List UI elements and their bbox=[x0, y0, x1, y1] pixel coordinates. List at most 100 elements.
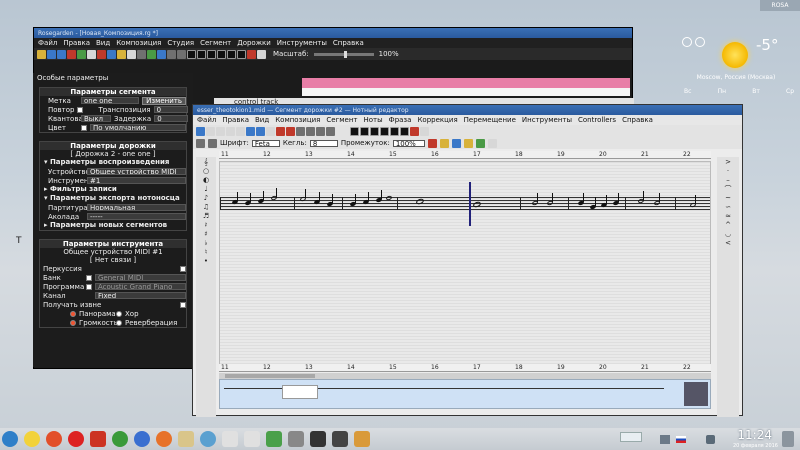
zoom-slider-handle[interactable] bbox=[343, 50, 347, 58]
menu-item[interactable]: Инструменты bbox=[522, 116, 572, 124]
bracket-select[interactable]: ----- bbox=[87, 213, 186, 220]
forward-end-icon[interactable] bbox=[390, 126, 399, 136]
paste-icon[interactable] bbox=[236, 126, 245, 136]
forward-end-icon[interactable] bbox=[227, 49, 236, 59]
split-icon[interactable] bbox=[127, 49, 136, 59]
delay-field[interactable]: 0 bbox=[154, 115, 189, 122]
save-icon[interactable] bbox=[196, 126, 205, 136]
volume-knob-icon[interactable] bbox=[70, 319, 76, 326]
staccato-icon[interactable]: · bbox=[724, 167, 733, 175]
print-icon[interactable] bbox=[206, 126, 215, 136]
playback-cursor[interactable] bbox=[469, 182, 471, 226]
bank-select[interactable]: General MIDI bbox=[95, 274, 186, 281]
note-eighth-icon[interactable]: ♪ bbox=[202, 194, 211, 202]
export-params-toggle[interactable]: ▾ Параметры экспорта нотоносца bbox=[40, 194, 186, 203]
rewind-start-icon[interactable] bbox=[187, 49, 196, 59]
symbol-icon[interactable] bbox=[316, 126, 325, 136]
channel-select[interactable]: Fixed bbox=[95, 292, 186, 299]
menu-item[interactable]: Инструменты bbox=[277, 39, 327, 47]
menu-item[interactable]: Справка bbox=[333, 39, 364, 47]
rosegarden-icon[interactable] bbox=[354, 431, 370, 447]
bank-checkbox[interactable] bbox=[86, 274, 92, 281]
forward-icon[interactable] bbox=[380, 126, 389, 136]
text-editor-icon[interactable] bbox=[244, 431, 260, 447]
notation-titlebar[interactable]: esser_theotokion1.mid — Сегмент дорожки … bbox=[193, 105, 742, 115]
instrument-select[interactable]: #1 bbox=[87, 177, 186, 184]
undo-icon[interactable] bbox=[246, 126, 255, 136]
terminal-icon[interactable] bbox=[310, 431, 326, 447]
score-select[interactable]: Нормальная bbox=[87, 204, 186, 211]
open-icon[interactable] bbox=[47, 49, 56, 59]
trill-icon[interactable]: ~ bbox=[724, 194, 733, 202]
program-checkbox[interactable] bbox=[86, 283, 92, 290]
record-button-icon[interactable] bbox=[247, 49, 256, 59]
save-icon[interactable] bbox=[57, 49, 66, 59]
percussion-checkbox[interactable] bbox=[180, 265, 186, 272]
note-half-icon[interactable]: ◐ bbox=[202, 176, 211, 184]
menu-item[interactable]: Файл bbox=[197, 116, 216, 124]
erase-icon[interactable] bbox=[286, 126, 295, 136]
rewind-start-icon[interactable] bbox=[350, 126, 359, 136]
note-tool-icon[interactable] bbox=[196, 138, 205, 148]
rest-icon[interactable]: 𝄽 bbox=[202, 221, 211, 229]
slur-icon[interactable]: ◡ bbox=[724, 230, 733, 238]
transpose-field[interactable]: 0 bbox=[153, 106, 188, 113]
console-icon[interactable] bbox=[332, 431, 348, 447]
flat-icon[interactable]: ♭ bbox=[202, 239, 211, 247]
loop-icon[interactable] bbox=[420, 126, 429, 136]
main-window-titlebar[interactable]: Rosegarden - [Новая_Композиция.rg *] bbox=[34, 28, 632, 38]
receive-external-checkbox[interactable] bbox=[180, 301, 186, 308]
new-icon[interactable] bbox=[37, 49, 46, 59]
tray-window-icon[interactable] bbox=[620, 432, 642, 442]
note-whole-icon[interactable]: ○ bbox=[202, 167, 211, 175]
treble-clef-icon[interactable]: 𝄞 bbox=[202, 158, 211, 166]
new-segments-toggle[interactable]: ▸ Параметры новых сегментов bbox=[40, 221, 186, 230]
tool-icon[interactable] bbox=[77, 49, 86, 59]
menu-item[interactable]: Ноты bbox=[364, 116, 383, 124]
menu-item[interactable]: Студия bbox=[167, 39, 194, 47]
menu-item[interactable]: Правка bbox=[222, 116, 249, 124]
record-icon[interactable] bbox=[410, 126, 419, 136]
tray-network-icon[interactable] bbox=[660, 435, 670, 444]
device-select[interactable]: Общее устройство MIDI bbox=[87, 168, 186, 175]
note-beamed-icon[interactable]: ♫ bbox=[202, 203, 211, 211]
grace-icon[interactable] bbox=[463, 138, 473, 148]
dot-icon[interactable]: • bbox=[202, 257, 211, 265]
browser-icon[interactable] bbox=[156, 431, 172, 447]
matrix-icon[interactable] bbox=[167, 49, 176, 59]
screenshot-icon[interactable] bbox=[288, 431, 304, 447]
rest-tool-icon[interactable] bbox=[208, 138, 217, 148]
score-area[interactable] bbox=[219, 161, 711, 365]
segment-label-field[interactable]: one one bbox=[81, 97, 140, 104]
menu-item[interactable]: Перемещение bbox=[464, 116, 516, 124]
fermata-icon[interactable]: ⌒ bbox=[724, 185, 733, 193]
spacing-select[interactable]: 100% bbox=[392, 139, 425, 147]
guitar-chord-icon[interactable] bbox=[306, 126, 315, 136]
mordent-icon[interactable]: ≈ bbox=[724, 212, 733, 220]
zoom-slider[interactable] bbox=[313, 50, 374, 58]
cut-icon[interactable] bbox=[216, 126, 225, 136]
chromium-icon[interactable] bbox=[134, 431, 150, 447]
zoom-icon[interactable] bbox=[326, 126, 335, 136]
size-select[interactable]: 8 bbox=[309, 139, 338, 147]
menu-item[interactable]: Коррекция bbox=[417, 116, 457, 124]
user-tab[interactable]: ROSA bbox=[760, 0, 800, 11]
note-sixteenth-icon[interactable]: ♬ bbox=[202, 212, 211, 220]
menu-item[interactable]: Вид bbox=[255, 116, 269, 124]
chord-icon[interactable] bbox=[439, 138, 449, 148]
marcato-icon[interactable]: ^ bbox=[724, 221, 733, 229]
music-note[interactable] bbox=[472, 200, 482, 209]
record-filters-toggle[interactable]: ▸ Фильтры записи bbox=[40, 185, 186, 194]
crescendo-icon[interactable]: < bbox=[724, 239, 733, 247]
menu-item[interactable]: Вид bbox=[96, 39, 110, 47]
note-quarter-icon[interactable]: ♩ bbox=[202, 185, 211, 193]
menu-item[interactable]: Дорожки bbox=[237, 39, 271, 47]
beam-icon[interactable] bbox=[487, 138, 497, 148]
overview-viewport[interactable] bbox=[282, 385, 318, 399]
firefox-icon[interactable] bbox=[46, 431, 62, 447]
vivaldi-icon[interactable] bbox=[90, 431, 106, 447]
move-icon[interactable] bbox=[107, 49, 116, 59]
forward-icon[interactable] bbox=[217, 49, 226, 59]
opera-icon[interactable] bbox=[68, 431, 84, 447]
menu-item[interactable]: Сегмент bbox=[200, 39, 231, 47]
